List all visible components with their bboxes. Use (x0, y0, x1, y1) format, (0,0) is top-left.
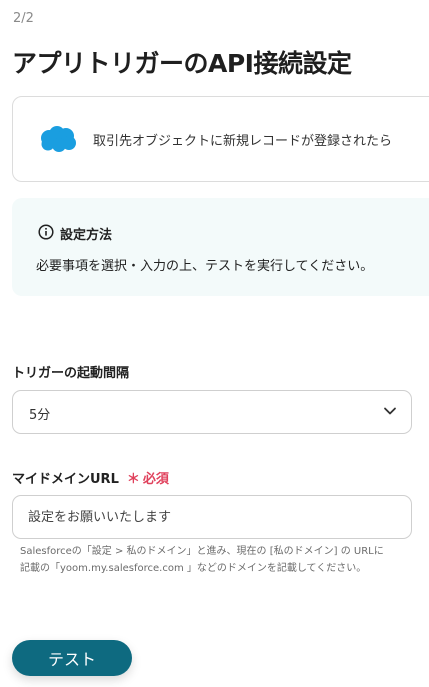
salesforce-cloud-icon (41, 126, 76, 152)
domain-url-input[interactable] (12, 495, 412, 539)
domain-help-line-2: 記載の「yoom.my.salesforce.com 」などのドメインを記載して… (20, 563, 367, 574)
required-mark: ＊ (126, 472, 140, 487)
info-text: 必要事項を選択・入力の上、テストを実行してください。 (36, 259, 374, 274)
info-icon (38, 224, 54, 240)
trigger-description: 取引先オブジェクトに新規レコードが登録されたら (93, 134, 393, 149)
info-title: 設定方法 (60, 228, 113, 243)
chevron-down-icon (384, 407, 396, 415)
test-button[interactable]: テスト (12, 640, 132, 676)
setup-info-box: 設定方法 必要事項を選択・入力の上、テストを実行してください。 (12, 198, 429, 296)
domain-help-line-1: Salesforceの「設定 > 私のドメイン」と進み、現在の [私のドメイン]… (20, 546, 384, 557)
domain-help-text: Salesforceの「設定 > 私のドメイン」と進み、現在の [私のドメイン]… (20, 543, 420, 577)
settings-page: 2/2 アプリトリガーのAPI接続設定 取引先オブジェクトに新規レコードが登録さ… (0, 0, 429, 687)
domain-label-row: マイドメインURL ＊必須 (12, 468, 169, 487)
step-indicator: 2/2 (13, 11, 34, 26)
page-title: アプリトリガーのAPI接続設定 (12, 49, 352, 78)
trigger-card: 取引先オブジェクトに新規レコードが登録されたら (12, 96, 429, 182)
domain-label: マイドメインURL (12, 472, 119, 487)
interval-label: トリガーの起動間隔 (12, 366, 130, 381)
interval-select[interactable]: 5分 (12, 390, 412, 434)
interval-select-value: 5分 (29, 408, 51, 423)
required-text: 必須 (142, 472, 169, 487)
